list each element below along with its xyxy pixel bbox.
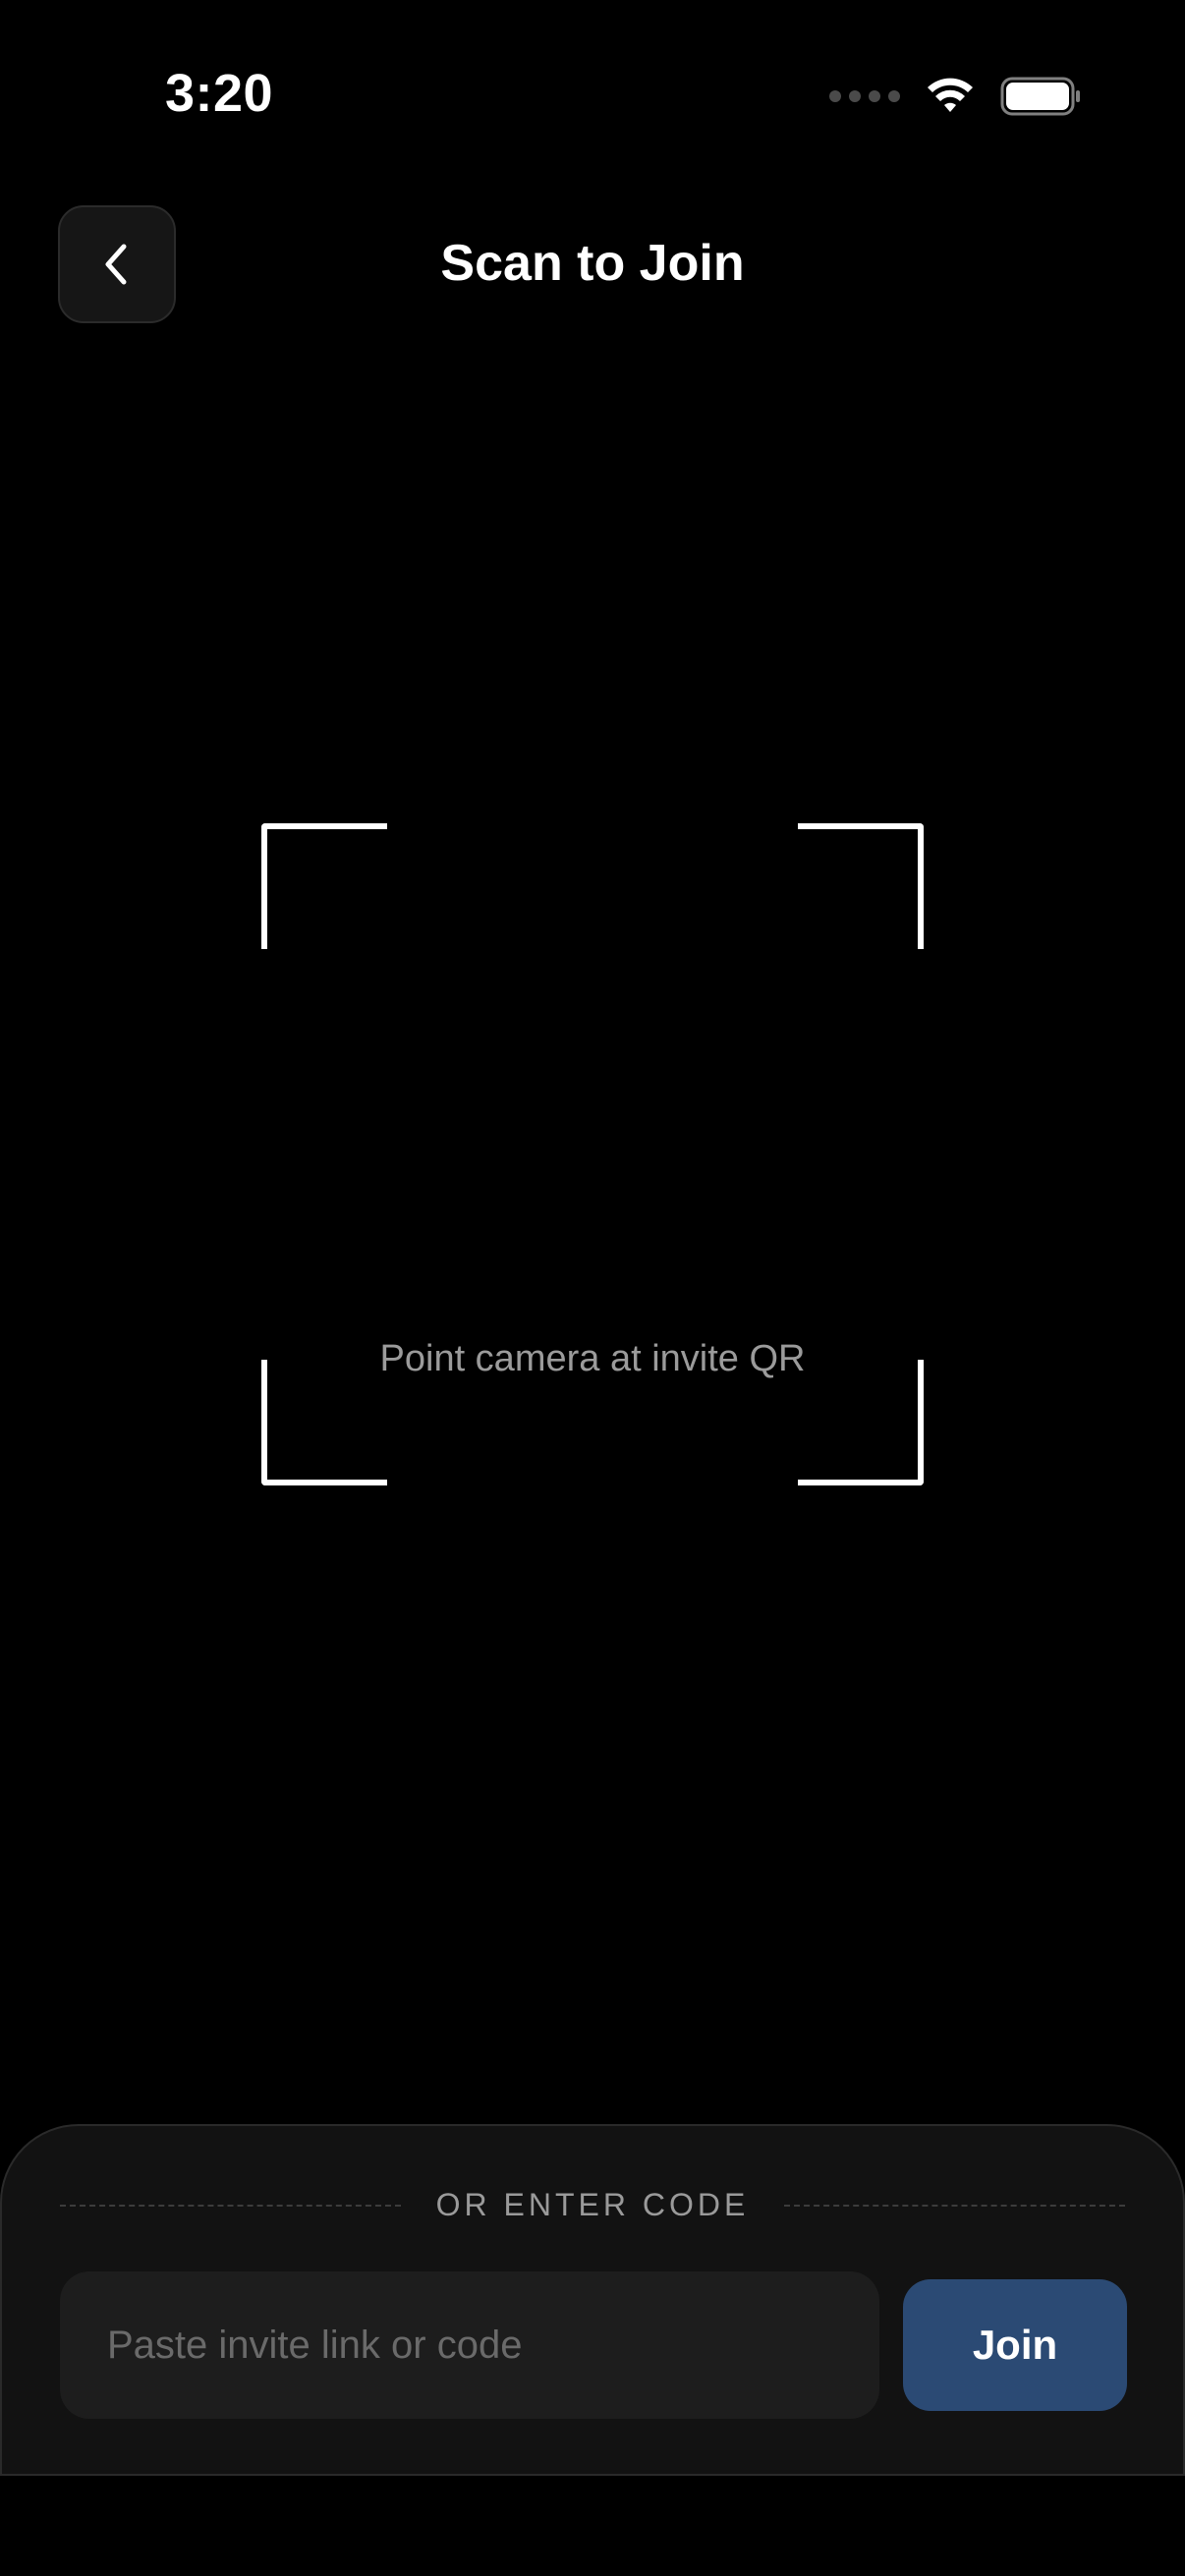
or-divider: OR ENTER CODE [60,2187,1125,2223]
scanner-frame [261,823,924,1485]
wifi-icon [928,78,973,112]
battery-icon [1000,77,1080,116]
signal-dots-icon [829,90,900,102]
manual-entry-sheet: OR ENTER CODE Join [0,2124,1185,2476]
page-title: Scan to Join [440,235,745,292]
scanner-corner-top-right [798,823,924,949]
divider-line-right [784,2204,1125,2207]
scanner-hint: Point camera at invite QR [379,1338,806,1379]
status-time: 3:20 [165,64,274,123]
scanner-corner-top-left [261,823,387,949]
invite-code-input[interactable] [60,2271,879,2419]
divider-line-left [60,2204,401,2207]
divider-label: OR ENTER CODE [435,2187,750,2222]
status-icons [829,71,1081,122]
join-button[interactable]: Join [903,2279,1127,2411]
